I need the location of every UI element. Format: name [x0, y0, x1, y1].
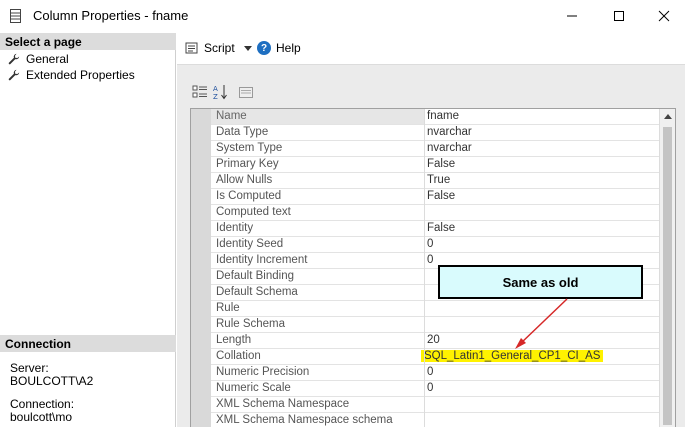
property-name: Numeric Precision: [216, 366, 310, 378]
property-row[interactable]: Identity False: [211, 221, 661, 237]
property-value: 20: [427, 334, 440, 346]
server-value: BOULCOTT\A2: [10, 374, 94, 388]
svg-text:Z: Z: [213, 93, 218, 100]
property-name: Primary Key: [216, 158, 279, 170]
property-row[interactable]: Computed text: [211, 205, 661, 221]
property-value: 0: [427, 366, 434, 378]
property-name: Default Binding: [216, 270, 294, 282]
help-label: Help: [276, 41, 301, 55]
right-panel: Script ? Help A Z Name fname Data Type n…: [177, 33, 685, 427]
property-row[interactable]: Rule: [211, 301, 661, 317]
property-value: nvarchar: [427, 126, 472, 138]
select-page-header: Select a page: [0, 33, 176, 50]
property-row[interactable]: Numeric Precision 0: [211, 365, 661, 381]
column-divider[interactable]: [424, 109, 425, 427]
property-row[interactable]: System Type nvarchar: [211, 141, 661, 157]
property-row[interactable]: Allow Nulls True: [211, 173, 661, 189]
close-icon: [658, 10, 670, 22]
property-name: Collation: [216, 350, 261, 362]
property-value: True: [427, 174, 451, 186]
page-item-label: General: [26, 52, 69, 66]
column-properties-icon: [10, 9, 21, 23]
script-label: Script: [204, 41, 235, 55]
property-name: Allow Nulls: [216, 174, 273, 186]
property-row[interactable]: XML Schema Namespace: [211, 397, 661, 413]
property-name: Identity Increment: [216, 254, 308, 266]
scrollbar-thumb[interactable]: [663, 127, 672, 425]
maximize-icon: [614, 11, 624, 21]
connection-header: Connection: [0, 335, 176, 352]
property-name: System Type: [216, 142, 283, 154]
property-value: fname: [427, 110, 459, 122]
property-name: Rule Schema: [216, 318, 286, 330]
property-row[interactable]: Identity Seed 0: [211, 237, 661, 253]
page-item-general[interactable]: General: [8, 52, 69, 66]
property-value: False: [427, 158, 456, 170]
property-name: Numeric Scale: [216, 382, 291, 394]
property-name: XML Schema Namespace: [216, 398, 350, 410]
server-label: Server:: [10, 361, 49, 375]
property-name: Name: [216, 110, 247, 122]
property-row[interactable]: Length 20: [211, 333, 661, 349]
property-value: False: [427, 222, 456, 234]
minimize-icon: [567, 15, 577, 17]
left-panel: Select a page General Extended Propertie…: [0, 33, 176, 427]
property-name: Identity: [216, 222, 254, 234]
connection-value: boulcott\mo: [10, 410, 73, 424]
property-pages-button[interactable]: [237, 83, 254, 100]
connection-label: Connection:: [10, 397, 75, 411]
selected-value-background: [424, 109, 661, 124]
property-value: 0: [427, 254, 434, 266]
grid-toolbar: A Z: [191, 83, 254, 100]
property-name: XML Schema Namespace schema: [216, 414, 393, 426]
scroll-up-icon[interactable]: [664, 114, 672, 119]
property-row[interactable]: Primary Key False: [211, 157, 661, 173]
page-item-extended-properties[interactable]: Extended Properties: [8, 68, 135, 82]
property-value: 0: [427, 382, 434, 394]
vertical-scrollbar[interactable]: [659, 109, 675, 427]
property-row[interactable]: Name fname: [211, 109, 661, 125]
toolbar: Script ? Help: [177, 33, 685, 65]
close-button[interactable]: [641, 0, 685, 32]
property-row[interactable]: Data Type nvarchar: [211, 125, 661, 141]
grid-margin: [191, 109, 211, 427]
help-button[interactable]: ? Help: [257, 41, 301, 55]
property-value: False: [427, 190, 456, 202]
svg-text:A: A: [213, 85, 218, 93]
annotation-callout: Same as old: [438, 265, 643, 299]
property-name: Is Computed: [216, 190, 282, 202]
property-row[interactable]: Collation SQL_Latin1_General_CP1_CI_AS: [211, 349, 661, 365]
property-name: Default Schema: [216, 286, 298, 298]
chevron-down-icon[interactable]: [243, 45, 252, 51]
window-title: Column Properties - fname: [33, 8, 189, 23]
property-name: Data Type: [216, 126, 269, 138]
property-row[interactable]: Is Computed False: [211, 189, 661, 205]
property-pages-icon: [238, 86, 253, 98]
property-name: Computed text: [216, 206, 291, 218]
property-name: Rule: [216, 302, 240, 314]
script-button[interactable]: Script: [185, 41, 252, 55]
property-row[interactable]: Numeric Scale 0: [211, 381, 661, 397]
property-name: Length: [216, 334, 252, 346]
wrench-icon: [8, 53, 20, 65]
collation-value-highlighted: SQL_Latin1_General_CP1_CI_AS: [421, 350, 604, 362]
maximize-button[interactable]: [596, 0, 642, 32]
property-row[interactable]: Rule Schema: [211, 317, 661, 333]
wrench-icon: [8, 69, 20, 81]
script-icon: [185, 42, 198, 54]
help-icon: ?: [257, 41, 271, 55]
categorized-button[interactable]: [191, 83, 208, 100]
property-name: Identity Seed: [216, 238, 284, 250]
property-value: nvarchar: [427, 142, 472, 154]
alphabetical-button[interactable]: A Z: [212, 83, 229, 100]
sort-alpha-icon: A Z: [213, 84, 227, 100]
title-bar: Column Properties - fname: [0, 0, 685, 32]
property-value: 0: [427, 238, 434, 250]
minimize-button[interactable]: [549, 0, 595, 32]
categorized-icon: [192, 85, 207, 97]
page-item-label: Extended Properties: [26, 68, 135, 82]
property-row[interactable]: XML Schema Namespace schema: [211, 413, 661, 427]
